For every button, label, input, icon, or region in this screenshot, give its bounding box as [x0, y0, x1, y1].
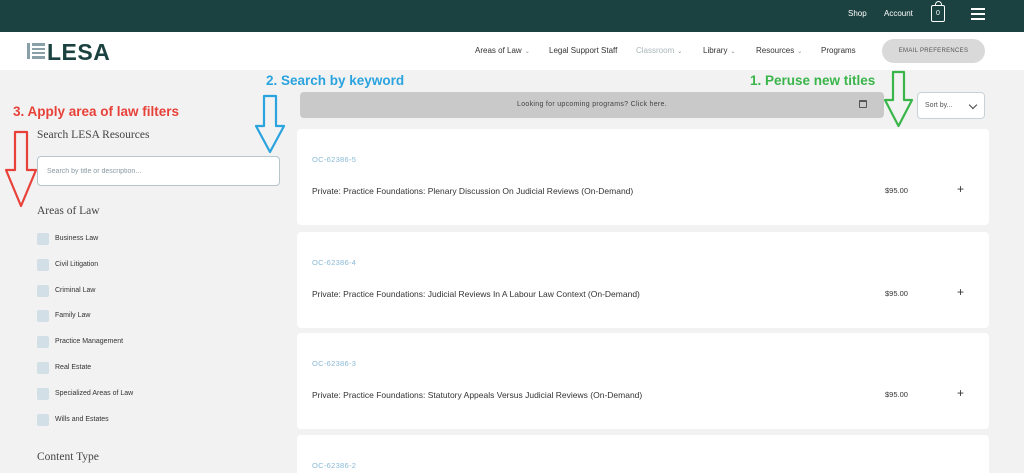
cart-icon[interactable]: 0 — [931, 1, 945, 22]
program-code: OC-62386-5 — [312, 155, 357, 164]
program-code: OC-62386-3 — [312, 359, 357, 368]
program-code: OC-62386-2 — [312, 461, 357, 470]
program-card[interactable]: OC-62386-2 — [297, 435, 989, 473]
chevron-down-icon: ⌄ — [797, 49, 803, 55]
annotation-search-keyword: 2. Search by keyword — [266, 73, 405, 88]
nav-areas-of-law[interactable]: Areas of Law ⌄ — [475, 46, 530, 55]
blue-arrow-down-icon — [254, 94, 286, 154]
banner-text: Looking for upcoming programs? Click her… — [517, 101, 667, 108]
checkbox[interactable] — [37, 285, 49, 297]
program-card[interactable]: OC-62386-5 Private: Practice Foundations… — [297, 129, 989, 225]
account-link[interactable]: Account — [884, 9, 913, 18]
email-preferences-button[interactable]: EMAIL PREFERENCES — [882, 39, 985, 63]
program-card[interactable]: OC-62386-4 Private: Practice Foundations… — [297, 232, 989, 328]
chevron-down-icon: ⌄ — [524, 49, 530, 55]
nav-resources[interactable]: Resources ⌄ — [756, 46, 802, 55]
nav-legal-support-staff[interactable]: Legal Support Staff — [549, 46, 617, 55]
program-price: $95.00 — [885, 390, 908, 399]
checkbox[interactable] — [37, 414, 49, 426]
checkbox[interactable] — [37, 310, 49, 322]
expand-plus-icon[interactable]: + — [957, 386, 964, 400]
checkbox[interactable] — [37, 336, 49, 348]
search-input[interactable] — [37, 156, 280, 186]
red-arrow-down-icon — [4, 130, 38, 208]
shop-link[interactable]: Shop — [848, 9, 867, 18]
chevron-down-icon: ⌄ — [677, 49, 683, 55]
chevron-down-icon — [968, 100, 978, 110]
program-price: $95.00 — [885, 289, 908, 298]
main-nav: LESA Areas of Law ⌄ Legal Support Staff C… — [0, 32, 1024, 70]
expand-plus-icon[interactable]: + — [957, 285, 964, 299]
expand-plus-icon[interactable]: + — [957, 182, 964, 196]
hamburger-menu-icon[interactable] — [971, 8, 985, 20]
nav-programs[interactable]: Programs — [821, 46, 856, 55]
program-card[interactable]: OC-62386-3 Private: Practice Foundations… — [297, 333, 989, 429]
sort-select[interactable]: Sort by... — [917, 92, 985, 119]
upcoming-programs-banner[interactable]: Looking for upcoming programs? Click her… — [300, 92, 884, 118]
areas-of-law-title: Areas of Law — [37, 205, 100, 217]
program-title[interactable]: Private: Practice Foundations: Statutory… — [312, 390, 642, 400]
program-price: $95.00 — [885, 186, 908, 195]
checkbox[interactable] — [37, 362, 49, 374]
search-section-title: Search LESA Resources — [37, 129, 150, 141]
chevron-down-icon: ⌄ — [730, 49, 736, 55]
program-title[interactable]: Private: Practice Foundations: Plenary D… — [312, 186, 633, 196]
annotation-peruse-titles: 1. Peruse new titles — [750, 73, 876, 88]
logo-mark-icon — [27, 43, 45, 59]
program-title[interactable]: Private: Practice Foundations: Judicial … — [312, 289, 640, 299]
program-code: OC-62386-4 — [312, 258, 357, 267]
nav-classroom[interactable]: Classroom ⌄ — [636, 46, 682, 55]
green-arrow-down-icon — [884, 70, 914, 128]
top-bar: Shop Account 0 — [0, 0, 1024, 32]
nav-library[interactable]: Library ⌄ — [703, 46, 735, 55]
content-type-title: Content Type — [37, 451, 99, 463]
checkbox[interactable] — [37, 388, 49, 400]
annotation-area-filters: 3. Apply area of law filters — [13, 104, 180, 119]
calendar-icon — [859, 100, 867, 108]
cart-count: 0 — [936, 10, 940, 17]
checkbox[interactable] — [37, 233, 49, 245]
logo-text: LESA — [47, 39, 111, 65]
checkbox[interactable] — [37, 259, 49, 271]
